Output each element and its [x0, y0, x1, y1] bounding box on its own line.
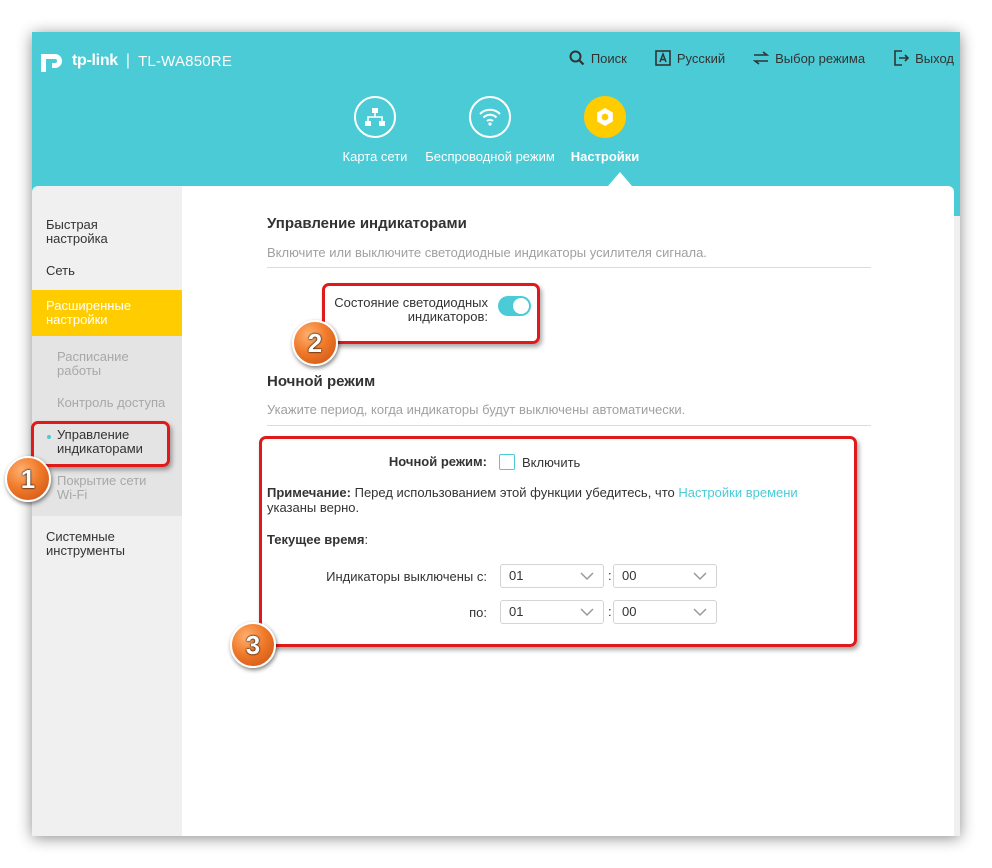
top-menu: Поиск Русский Выбор режима Выход [569, 50, 954, 66]
sidebar-sub-schedule[interactable]: Расписание работы [32, 350, 132, 378]
callout-badge-2: 2 [292, 320, 338, 366]
nav-network-map[interactable]: Карта сети [338, 96, 412, 164]
settings-gear-icon [584, 96, 626, 138]
brand-name: tp-link [72, 52, 118, 69]
search-icon [569, 50, 585, 66]
tp-link-logo-icon [41, 54, 62, 72]
sidebar-sub-access-control[interactable]: Контроль доступа [32, 396, 182, 410]
logout-button[interactable]: Выход [893, 50, 954, 66]
mode-select-button[interactable]: Выбор режима [753, 50, 865, 66]
nav-pointer [608, 172, 632, 186]
mode-select-label: Выбор режима [775, 50, 866, 66]
nav-settings-label: Настройки [570, 149, 640, 164]
tp-link-logo: tp-link | TL-WA850RE [38, 46, 232, 76]
switch-arrows-icon [753, 51, 770, 65]
language-button[interactable]: Русский [655, 50, 725, 66]
logout-label: Выход [915, 50, 954, 66]
main-nav: Карта сети Беспроводной режим Настройки [338, 96, 640, 164]
sidebar-item-system-tools[interactable]: Системные инструменты [32, 516, 142, 558]
sidebar: Быстрая настройка Сеть Расширенные настр… [32, 186, 182, 836]
language-label: Русский [676, 50, 726, 66]
language-icon [655, 50, 671, 66]
led-section-title: Управление индикаторами [267, 215, 467, 232]
logo-separator: | [125, 52, 131, 69]
divider [267, 425, 871, 426]
night-section-title: Ночной режим [267, 373, 376, 390]
logout-icon [894, 50, 910, 66]
sidebar-item-advanced[interactable]: Расширенные настройки [32, 290, 182, 336]
led-section-description: Включите или выключите светодиодные инди… [267, 245, 707, 260]
nav-wireless-label: Беспроводной режим [425, 149, 555, 164]
nav-wireless[interactable]: Беспроводной режим [425, 96, 555, 164]
callout-box-3 [259, 436, 857, 647]
search-label: Поиск [590, 50, 627, 66]
callout-badge-1: 1 [5, 456, 51, 502]
sidebar-item-quick-setup[interactable]: Быстрая настройка [32, 186, 112, 246]
sidebar-item-network[interactable]: Сеть [32, 246, 182, 278]
divider [267, 267, 871, 268]
sidebar-sub-wifi-coverage[interactable]: Покрытие сети Wi-Fi [32, 474, 182, 502]
callout-badge-3: 3 [230, 622, 276, 668]
wifi-icon [469, 96, 511, 138]
search-button[interactable]: Поиск [569, 50, 627, 66]
model-name: TL-WA850RE [138, 52, 233, 70]
router-admin-window: tp-link | TL-WA850RE Поиск Русский Выбор… [32, 32, 960, 836]
nav-network-map-label: Карта сети [342, 149, 408, 164]
callout-box-1 [31, 421, 170, 467]
night-section-description: Укажите период, когда индикаторы будут в… [267, 402, 686, 417]
nav-settings[interactable]: Настройки [570, 96, 640, 164]
network-map-icon [354, 96, 396, 138]
callout-box-2 [322, 283, 540, 344]
